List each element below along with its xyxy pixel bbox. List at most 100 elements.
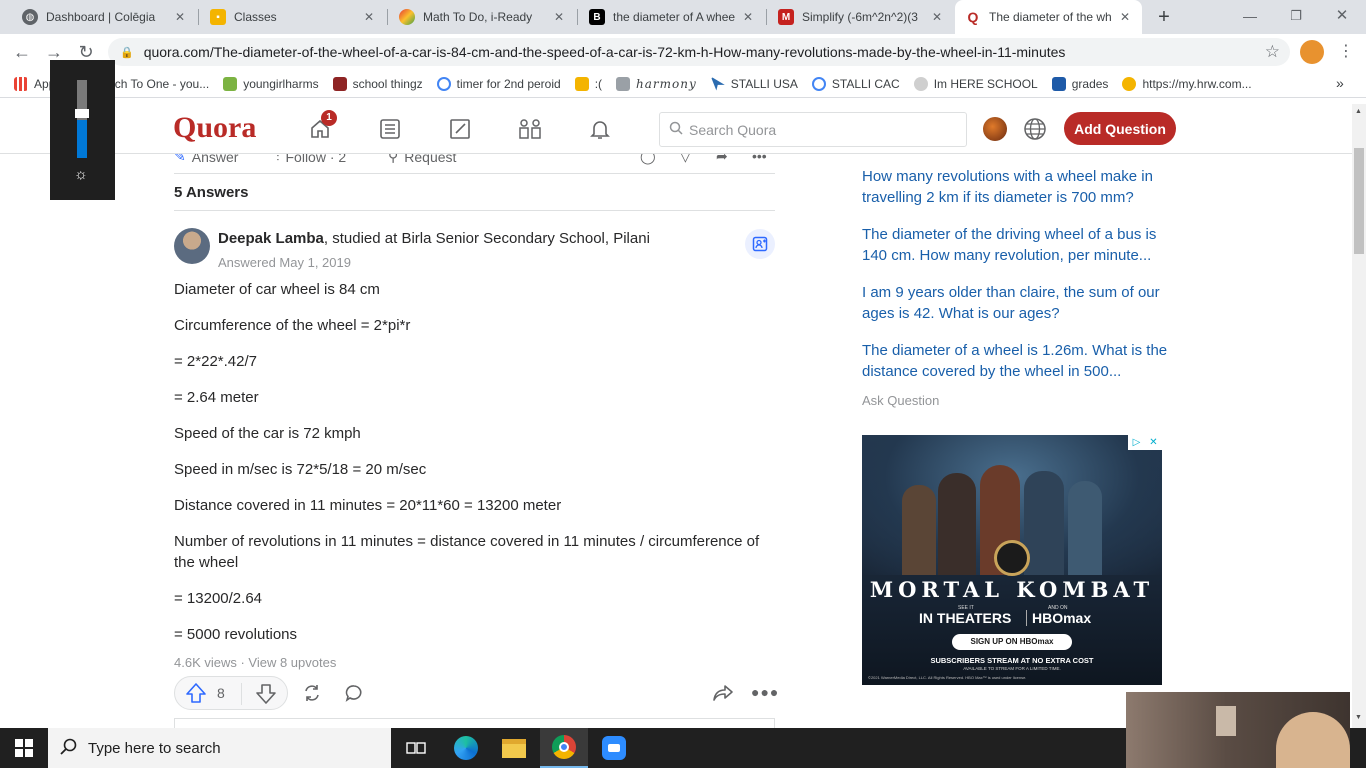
- quora-header: Quora 1 Search Quora Add Question: [0, 104, 1352, 154]
- bookmark-timer[interactable]: timer for 2nd peroid: [436, 76, 561, 91]
- ask-question-link[interactable]: Ask Question: [862, 393, 939, 408]
- language-globe-icon[interactable]: [1022, 116, 1048, 142]
- share-icon[interactable]: ➦: [716, 154, 728, 165]
- window-close-icon[interactable]: ✕: [1330, 4, 1354, 28]
- tab-simplify[interactable]: M Simplify (-6m^2n^2)(3 ✕: [768, 0, 954, 34]
- back-icon[interactable]: ←: [10, 40, 34, 64]
- related-question-link[interactable]: The diameter of a wheel is 1.26m. What i…: [862, 340, 1172, 382]
- advertisement[interactable]: MORTAL KOMBAT SEE IT AND ON IN THEATERS …: [862, 435, 1162, 685]
- close-icon[interactable]: ✕: [173, 10, 187, 24]
- author-credential[interactable]: , studied at Birla Senior Secondary Scho…: [324, 230, 650, 247]
- answer-date[interactable]: Answered May 1, 2019: [218, 255, 351, 270]
- close-icon[interactable]: ✕: [1118, 10, 1132, 24]
- related-question-link[interactable]: The diameter of the driving wheel of a b…: [862, 224, 1172, 266]
- tab-dashboard[interactable]: ◍ Dashboard | Colēgia ✕: [12, 0, 197, 34]
- browser-toolbar: ← → ↻ 🔒 quora.com/The-diameter-of-the-wh…: [0, 34, 1366, 70]
- search-input[interactable]: Search Quora: [659, 112, 967, 147]
- tab-quora-active[interactable]: Q The diameter of the wh ✕: [955, 0, 1142, 34]
- ad-close-icon[interactable]: ✕: [1145, 435, 1162, 450]
- restore-icon[interactable]: ❐: [1284, 4, 1308, 28]
- bookmark-favicon: [1122, 76, 1137, 91]
- pencil-icon: ✎: [174, 154, 186, 164]
- ad-choices[interactable]: ▷ ✕: [1128, 435, 1162, 450]
- avatar[interactable]: [983, 117, 1007, 141]
- tab-title: Classes: [234, 10, 277, 24]
- bookmark-star-icon[interactable]: ☆: [1265, 42, 1280, 62]
- bookmark-sad[interactable]: :(: [574, 76, 602, 91]
- home-icon[interactable]: 1: [305, 110, 337, 144]
- bookmark-grades[interactable]: grades: [1051, 76, 1108, 91]
- file-explorer-icon[interactable]: [490, 728, 538, 768]
- url-text: quora.com/The-diameter-of-the-wheel-of-a…: [143, 44, 1066, 60]
- bookmark-school-thingz[interactable]: school thingz: [332, 76, 423, 91]
- task-view-icon[interactable]: [392, 728, 440, 768]
- answer-action[interactable]: ✎ Answer: [174, 154, 238, 165]
- author-avatar[interactable]: [174, 228, 210, 264]
- follow-action[interactable]: ⫶ Follow · 2: [276, 154, 346, 165]
- answer-pencil-icon[interactable]: [445, 114, 475, 144]
- close-icon[interactable]: ✕: [552, 10, 566, 24]
- upvote-count: 8: [217, 685, 225, 701]
- follow-author-icon[interactable]: [745, 229, 775, 259]
- more-options-icon[interactable]: •••: [752, 154, 767, 164]
- upvote-button[interactable]: 8: [185, 682, 225, 704]
- more-bookmarks-chevron-icon[interactable]: »: [1336, 75, 1344, 91]
- bookmark-harmony[interactable]: harmony: [616, 76, 697, 91]
- tab-iready[interactable]: Math To Do, i-Ready ✕: [389, 0, 576, 34]
- brightness-slider-thumb[interactable]: [75, 109, 89, 118]
- downvote-button[interactable]: [255, 683, 277, 710]
- classroom-icon: ▪: [210, 9, 226, 25]
- bookmark-hrw[interactable]: https://my.hrw.com...: [1122, 76, 1252, 91]
- minimize-icon[interactable]: —: [1238, 4, 1262, 28]
- tab-brainly[interactable]: B the diameter of A whee ✕: [579, 0, 765, 34]
- quora-logo[interactable]: Quora: [173, 111, 256, 145]
- search-icon: [60, 738, 78, 760]
- close-icon[interactable]: ✕: [362, 10, 376, 24]
- related-question-link[interactable]: How many revolutions with a wheel make i…: [862, 166, 1172, 208]
- adchoices-icon[interactable]: ▷: [1128, 435, 1145, 450]
- author-name[interactable]: Deepak Lamba: [218, 230, 324, 247]
- answer-line: = 5000 revolutions: [174, 626, 298, 643]
- bookmark-im-here-school[interactable]: Im HERE SCHOOL: [913, 76, 1038, 91]
- taskbar-search-input[interactable]: Type here to search: [48, 728, 391, 768]
- menu-kebab-icon[interactable]: ⋮: [1336, 40, 1356, 64]
- answer-stats[interactable]: 4.6K views · View 8 upvotes: [174, 655, 336, 670]
- windows-start-icon[interactable]: [0, 728, 48, 768]
- zoom-app-icon[interactable]: [590, 728, 638, 768]
- page-scrollbar[interactable]: ▲ ▼: [1352, 104, 1366, 728]
- apps-grid-icon: [14, 76, 28, 91]
- scroll-down-arrow-icon[interactable]: ▼: [1355, 714, 1362, 721]
- bookmark-stalli-usa[interactable]: STALLI USA: [710, 76, 798, 91]
- brightness-slider-fill: [77, 120, 87, 158]
- share-arrow-icon[interactable]: [712, 683, 734, 708]
- next-answer-card: [174, 718, 775, 728]
- edge-browser-icon[interactable]: [442, 728, 490, 768]
- share-reshare-icon[interactable]: [302, 683, 322, 708]
- downvote-icon[interactable]: ▽: [680, 154, 691, 165]
- profile-avatar[interactable]: [1300, 40, 1324, 64]
- comment-icon[interactable]: ◯: [640, 154, 656, 165]
- scroll-thumb[interactable]: [1354, 148, 1364, 254]
- close-icon[interactable]: ✕: [930, 10, 944, 24]
- add-question-button[interactable]: Add Question: [1064, 112, 1176, 145]
- bookmark-stalli-cac[interactable]: STALLI CAC: [811, 76, 900, 91]
- notifications-bell-icon[interactable]: [585, 114, 615, 144]
- tab-title: Math To Do, i-Ready: [423, 10, 533, 24]
- comment-bubble-icon[interactable]: [344, 683, 364, 708]
- following-list-icon[interactable]: [375, 114, 405, 144]
- spaces-people-icon[interactable]: [515, 114, 545, 144]
- new-tab-button[interactable]: +: [1153, 6, 1175, 28]
- tab-classes[interactable]: ▪ Classes ✕: [200, 0, 386, 34]
- ad-signup-button[interactable]: SIGN UP ON HBOmax: [952, 634, 1072, 650]
- lock-icon: 🔒: [120, 46, 134, 59]
- request-action[interactable]: ⚲ Request: [388, 154, 456, 165]
- globe-icon: ◍: [22, 9, 38, 25]
- webcam-preview[interactable]: [1126, 692, 1350, 768]
- bookmark-youngirlharms[interactable]: youngirlharms: [223, 76, 319, 91]
- address-bar[interactable]: 🔒 quora.com/The-diameter-of-the-wheel-of…: [108, 38, 1290, 66]
- chrome-icon[interactable]: [540, 728, 588, 768]
- related-question-link[interactable]: I am 9 years older than claire, the sum …: [862, 282, 1172, 324]
- scroll-up-arrow-icon[interactable]: ▲: [1355, 108, 1362, 115]
- close-icon[interactable]: ✕: [741, 10, 755, 24]
- more-options-icon[interactable]: ●●●: [751, 684, 779, 700]
